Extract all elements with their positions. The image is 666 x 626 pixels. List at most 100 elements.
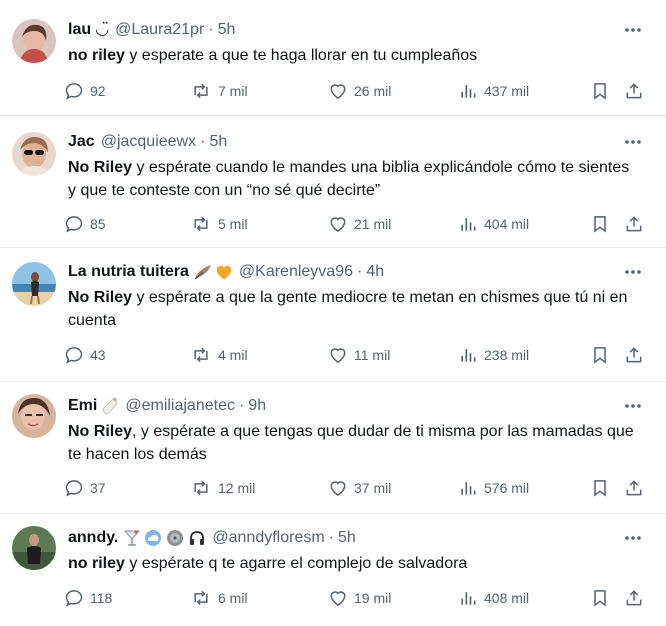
more-icon[interactable] bbox=[622, 264, 644, 280]
timestamp[interactable]: 5h bbox=[338, 528, 356, 548]
timeline: lau ◡̈ @Laura21pr · 5h no riley y espera… bbox=[0, 0, 666, 626]
tweet-text-rest: y espérate a que la gente mediocre te me… bbox=[68, 289, 628, 329]
reply-button[interactable]: 92 bbox=[64, 80, 106, 102]
bookmark-button[interactable] bbox=[590, 587, 610, 609]
bookmark-button[interactable] bbox=[590, 477, 610, 499]
like-button[interactable]: 26 mil bbox=[328, 80, 391, 102]
retweet-icon bbox=[194, 480, 208, 496]
tweet-header: Jac @jacquieewx · 5h bbox=[68, 132, 227, 152]
views-button[interactable]: 576 mil bbox=[458, 477, 529, 499]
tweet-2[interactable]: Jac @jacquieewx · 5h No Riley y espérate… bbox=[0, 116, 666, 248]
tweet-text: No Riley, y espérate a que tengas que du… bbox=[68, 420, 638, 466]
views-count: 404 mil bbox=[484, 216, 530, 232]
tweet-text-rest: , y espérate a que tengas que dudar de t… bbox=[68, 423, 634, 463]
avatar[interactable] bbox=[12, 19, 56, 63]
avatar[interactable] bbox=[12, 394, 56, 438]
reply-count: 85 bbox=[90, 216, 106, 232]
retweet-icon bbox=[194, 83, 208, 99]
username-handle[interactable]: @Laura21pr bbox=[115, 20, 204, 40]
share-icon bbox=[626, 347, 642, 363]
tweet-text-bold: No Riley bbox=[68, 289, 133, 306]
display-name[interactable]: anndy. bbox=[68, 528, 118, 548]
timestamp[interactable]: 4h bbox=[366, 262, 384, 282]
like-button[interactable]: 37 mil bbox=[328, 477, 391, 499]
retweet-button[interactable]: 12 mil bbox=[190, 477, 255, 499]
tweet-1[interactable]: lau ◡̈ @Laura21pr · 5h no riley y espera… bbox=[0, 0, 666, 116]
views-button[interactable]: 437 mil bbox=[458, 80, 529, 102]
views-button[interactable]: 404 mil bbox=[458, 213, 529, 235]
retweet-count: 4 mil bbox=[218, 347, 248, 363]
retweet-button[interactable]: 7 mil bbox=[190, 80, 248, 102]
tweet-text-rest: y esperate a que te haga llorar en tu cu… bbox=[124, 47, 478, 64]
tweet-5[interactable]: anndy. @anndyfloresm · 5h no riley y esp… bbox=[0, 514, 666, 626]
retweet-button[interactable]: 4 mil bbox=[190, 344, 248, 366]
like-button[interactable]: 19 mil bbox=[328, 587, 391, 609]
tweet-3[interactable]: La nutria tuitera @Karenleyva96 · 4h No … bbox=[0, 248, 666, 382]
display-name[interactable]: La nutria tuitera bbox=[68, 262, 189, 282]
views-count: 437 mil bbox=[484, 83, 530, 99]
feather-icon bbox=[194, 265, 211, 280]
username-handle[interactable]: @anndyfloresm bbox=[212, 528, 324, 548]
cloud-badge-icon bbox=[145, 530, 162, 546]
tweet-actions: 37 12 mil 37 mil 576 mil bbox=[64, 477, 650, 499]
avatar[interactable] bbox=[12, 132, 56, 176]
bookmark-button[interactable] bbox=[590, 213, 610, 235]
bookmark-button[interactable] bbox=[590, 344, 610, 366]
views-button[interactable]: 238 mil bbox=[458, 344, 529, 366]
timestamp[interactable]: 9h bbox=[248, 396, 266, 416]
reply-button[interactable]: 118 bbox=[64, 587, 112, 609]
more-icon[interactable] bbox=[622, 398, 644, 414]
tweet-header: anndy. @anndyfloresm · 5h bbox=[68, 528, 356, 548]
smile-emoji-icon: ◡̈ bbox=[95, 21, 110, 38]
tweet-4[interactable]: Emi @emiliajanetec · 9h No Riley, y espé… bbox=[0, 382, 666, 514]
share-button[interactable] bbox=[624, 477, 644, 499]
bookmark-button[interactable] bbox=[590, 80, 610, 102]
reply-button[interactable]: 43 bbox=[64, 344, 106, 366]
username-handle[interactable]: @Karenleyva96 bbox=[239, 262, 353, 282]
bookmark-icon bbox=[594, 480, 606, 497]
share-button[interactable] bbox=[624, 213, 644, 235]
avatar[interactable] bbox=[12, 526, 56, 570]
timestamp[interactable]: 5h bbox=[209, 132, 227, 152]
separator-dot: · bbox=[200, 133, 206, 150]
bookmark-icon bbox=[594, 347, 606, 364]
display-name[interactable]: lau bbox=[68, 20, 91, 40]
separator-dot: · bbox=[328, 529, 334, 546]
tweet-text-bold: no riley bbox=[68, 555, 125, 572]
more-icon[interactable] bbox=[622, 22, 644, 38]
views-icon bbox=[461, 85, 476, 98]
like-button[interactable]: 11 mil bbox=[328, 344, 390, 366]
retweet-button[interactable]: 6 mil bbox=[190, 587, 248, 609]
views-count: 408 mil bbox=[484, 590, 530, 606]
share-button[interactable] bbox=[624, 80, 644, 102]
like-icon bbox=[330, 84, 346, 99]
timestamp[interactable]: 5h bbox=[218, 20, 236, 40]
tweet-actions: 43 4 mil 11 mil 238 mil bbox=[64, 344, 650, 366]
more-icon[interactable] bbox=[622, 134, 644, 150]
share-icon bbox=[626, 83, 642, 99]
share-icon bbox=[626, 216, 642, 232]
name-emoji bbox=[193, 263, 233, 281]
avatar[interactable] bbox=[12, 262, 56, 306]
milk-bottle-icon bbox=[102, 397, 119, 415]
share-button[interactable] bbox=[624, 344, 644, 366]
username-handle[interactable]: @jacquieewx bbox=[101, 132, 196, 152]
reply-icon bbox=[65, 480, 83, 497]
views-button[interactable]: 408 mil bbox=[458, 587, 529, 609]
like-button[interactable]: 21 mil bbox=[328, 213, 391, 235]
like-icon bbox=[330, 481, 346, 496]
separator-dot: · bbox=[208, 21, 214, 38]
like-count: 11 mil bbox=[354, 347, 391, 363]
bookmark-icon bbox=[594, 83, 606, 100]
views-icon bbox=[461, 482, 476, 495]
username-handle[interactable]: @emiliajanetec bbox=[125, 396, 235, 416]
retweet-button[interactable]: 5 mil bbox=[190, 213, 248, 235]
more-icon[interactable] bbox=[622, 530, 644, 546]
share-button[interactable] bbox=[624, 587, 644, 609]
reply-button[interactable]: 85 bbox=[64, 213, 106, 235]
reply-button[interactable]: 37 bbox=[64, 477, 106, 499]
tweet-text-rest: y espérate q te agarre el complejo de sa… bbox=[124, 555, 468, 572]
display-name[interactable]: Emi bbox=[68, 396, 97, 416]
name-emoji bbox=[101, 397, 119, 415]
display-name[interactable]: Jac bbox=[68, 132, 95, 152]
